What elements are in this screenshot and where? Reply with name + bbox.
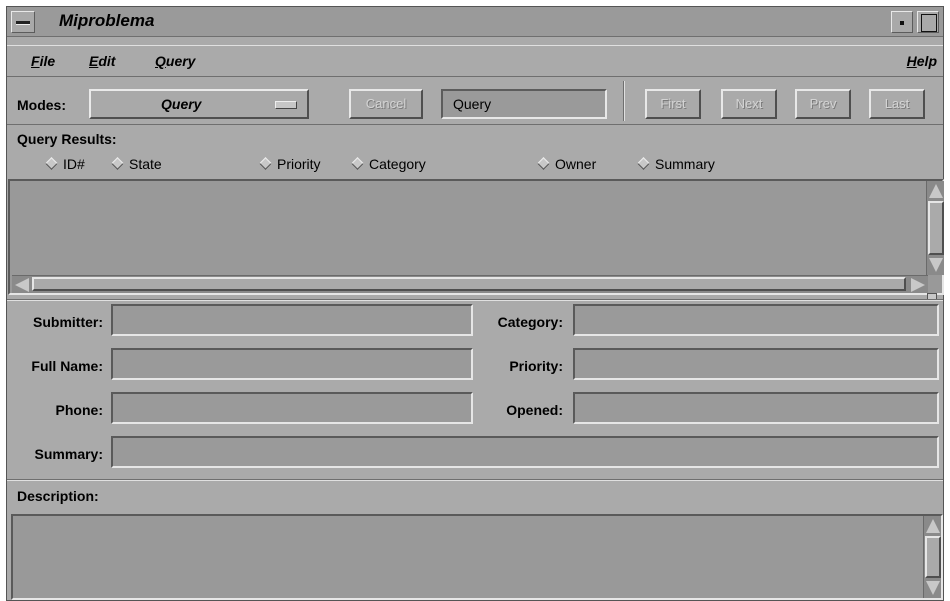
radio-label: ID# (63, 156, 85, 172)
radio-label: Category (369, 156, 426, 172)
phone-label: Phone: (55, 402, 103, 418)
results-horizontal-scrollbar[interactable] (12, 275, 928, 293)
last-button[interactable]: Last (869, 89, 925, 119)
radio-label: Owner (555, 156, 597, 172)
sort-radio-owner[interactable]: Owner (537, 156, 597, 172)
radio-label: Summary (655, 156, 715, 172)
opened-field[interactable] (573, 392, 939, 424)
radio-label: State (129, 156, 162, 172)
option-menu-icon (275, 101, 297, 109)
scroll-right-icon[interactable] (911, 278, 925, 292)
toolbar-separator (623, 81, 625, 121)
opened-label: Opened: (506, 402, 563, 418)
phone-field[interactable] (111, 392, 473, 424)
title-bar[interactable]: Miproblema (7, 7, 943, 37)
submitter-field[interactable] (111, 304, 473, 336)
radio-diamond-icon (637, 157, 650, 170)
radio-label: Priority (277, 156, 321, 172)
radio-diamond-icon (537, 157, 550, 170)
scroll-down-icon[interactable] (926, 581, 940, 595)
window-menu-icon[interactable] (11, 11, 35, 33)
scroll-up-icon[interactable] (929, 184, 943, 198)
scroll-left-icon[interactable] (15, 278, 29, 292)
scroll-thumb[interactable] (32, 277, 906, 291)
summary-label: Summary: (34, 446, 103, 462)
modes-select[interactable]: Query (89, 89, 309, 119)
minimize-icon[interactable] (891, 11, 913, 33)
scroll-down-icon[interactable] (929, 258, 943, 272)
query-results-list[interactable] (8, 179, 944, 295)
submitter-label: Submitter: (33, 314, 103, 330)
maximize-icon[interactable] (917, 11, 939, 33)
menu-edit[interactable]: Edit (89, 53, 115, 69)
query-mode-value: Query (453, 96, 492, 112)
priority-field[interactable] (573, 348, 939, 380)
cancel-button[interactable]: Cancel (349, 89, 423, 119)
first-button[interactable]: First (645, 89, 701, 119)
scroll-thumb[interactable] (925, 536, 941, 578)
modes-selected-value: Query (161, 96, 202, 112)
scroll-thumb[interactable] (928, 201, 944, 255)
sort-radio-state[interactable]: State (111, 156, 162, 172)
prev-button[interactable]: Prev (795, 89, 851, 119)
summary-field[interactable] (111, 436, 939, 468)
radio-diamond-icon (259, 157, 272, 170)
description-label: Description: (17, 488, 99, 504)
menu-query[interactable]: Query (155, 53, 195, 69)
priority-label: Priority: (509, 358, 563, 374)
sort-radio-summary[interactable]: Summary (637, 156, 715, 172)
description-textarea[interactable] (11, 514, 943, 600)
sort-radio-priority[interactable]: Priority (259, 156, 321, 172)
modes-label: Modes: (17, 97, 66, 113)
menu-bar: File Edit Query Help (7, 45, 943, 77)
sort-radio-category[interactable]: Category (351, 156, 426, 172)
full-name-field[interactable] (111, 348, 473, 380)
divider (7, 299, 943, 301)
description-vertical-scrollbar[interactable] (923, 516, 941, 598)
app-window: Miproblema File Edit Query Help Modes: Q… (6, 6, 944, 601)
radio-diamond-icon (111, 157, 124, 170)
category-label: Category: (497, 314, 563, 330)
radio-diamond-icon (45, 157, 58, 170)
sort-radio-id[interactable]: ID# (45, 156, 85, 172)
scroll-up-icon[interactable] (926, 519, 940, 533)
category-field[interactable] (573, 304, 939, 336)
next-button[interactable]: Next (721, 89, 777, 119)
divider (7, 479, 943, 481)
menu-file[interactable]: File (31, 53, 55, 69)
full-name-label: Full Name: (31, 358, 103, 374)
radio-diamond-icon (351, 157, 364, 170)
menu-help[interactable]: Help (907, 53, 937, 69)
query-results-label: Query Results: (17, 131, 117, 147)
query-mode-field[interactable]: Query (441, 89, 607, 119)
toolbar: Modes: Query Cancel Query First Next Pre… (7, 79, 943, 125)
results-vertical-scrollbar[interactable] (926, 181, 944, 275)
window-title: Miproblema (59, 11, 155, 30)
